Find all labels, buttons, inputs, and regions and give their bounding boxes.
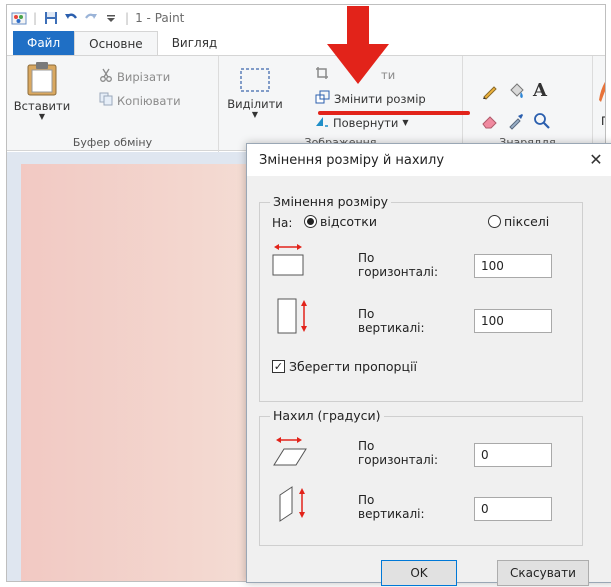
paste-button[interactable]: Вставити ▼	[11, 60, 73, 121]
skew-horizontal-label-line1: По	[358, 439, 375, 453]
tab-home[interactable]: Основне	[74, 31, 158, 55]
resize-label: Змінити розмір	[334, 91, 426, 106]
resize-skew-dialog: Змінення розміру й нахилу ✕ Змінення роз…	[246, 143, 611, 586]
annotation-underline	[318, 111, 470, 115]
copy-label: Копіювати	[117, 93, 181, 108]
copy-icon	[99, 92, 113, 109]
resize-icon	[315, 90, 330, 107]
skew-section: Нахил (градуси) По горизонталі: По верти…	[259, 408, 583, 546]
skew-vertical-label-line2: вертикалі:	[358, 507, 425, 521]
cut-button[interactable]: Вирізати	[99, 68, 170, 85]
paste-label: Вставити	[13, 99, 71, 113]
rotate-button[interactable]: Повернути ▼	[315, 114, 409, 131]
undo-icon[interactable]	[63, 10, 79, 26]
ok-button[interactable]: OK	[381, 560, 457, 586]
save-icon[interactable]	[43, 10, 59, 26]
skew-horizontal-label: По горизонталі:	[358, 439, 438, 467]
customize-toolbar-icon[interactable]	[103, 10, 119, 26]
eraser-icon[interactable]	[481, 112, 499, 133]
vertical-resize-icon	[276, 297, 312, 340]
keep-ratio-label: Зберегти пропорції	[289, 359, 417, 374]
resize-vertical-label-line2: вертикалі:	[358, 321, 425, 335]
resize-horizontal-label: По горизонталі:	[358, 251, 438, 279]
pencil-icon[interactable]	[481, 82, 499, 103]
skew-horizontal-input[interactable]	[474, 443, 552, 467]
quick-access-toolbar: | | 1 - Paint	[11, 10, 184, 26]
skew-vertical-label-line1: По	[358, 493, 375, 507]
skew-section-title: Нахил (градуси)	[270, 408, 384, 423]
resize-vertical-label-line1: По	[358, 307, 375, 321]
ribbon: Вставити ▼ Вирізати Копіювати Буфер обмі…	[7, 55, 605, 152]
brush-icon	[597, 72, 605, 105]
resize-section: Змінення розміру На: відсотки пікселі По…	[259, 194, 583, 402]
vertical-skew-icon	[276, 483, 312, 526]
select-label: Виділити	[227, 97, 283, 111]
tab-file[interactable]: Файл	[13, 31, 75, 55]
ribbon-tabs: Файл Основне Вигляд	[7, 31, 605, 55]
magnifier-icon[interactable]	[533, 112, 551, 133]
brushes-button[interactable]: Пе	[597, 72, 605, 142]
clipboard-icon	[11, 60, 73, 99]
selection-rectangle-icon	[225, 66, 285, 97]
clipboard-group-label: Буфер обміну	[72, 136, 153, 149]
dialog-title: Змінення розміру й нахилу	[259, 152, 445, 168]
resize-by-label: На:	[272, 216, 293, 230]
rotate-icon	[315, 114, 329, 131]
pixels-radio[interactable]: пікселі	[488, 214, 549, 229]
chevron-down-icon: ▼	[402, 118, 409, 127]
pixels-label: пікселі	[504, 214, 550, 229]
color-picker-icon[interactable]	[507, 112, 525, 133]
horizontal-skew-icon	[272, 435, 308, 472]
clipboard-group: Вставити ▼ Вирізати Копіювати Буфер обмі…	[7, 56, 219, 152]
chevron-down-icon: ▼	[251, 110, 259, 119]
tools-group: A Знаряддя	[463, 56, 593, 152]
resize-button[interactable]: Змінити розмір	[315, 90, 426, 107]
horizontal-resize-icon	[270, 241, 306, 280]
percent-label: відсотки	[320, 214, 377, 229]
skew-vertical-label: По вертикалі:	[358, 493, 425, 521]
toolbar-separator: |	[125, 11, 130, 25]
checkmark-icon: ✓	[272, 360, 285, 373]
copy-button[interactable]: Копіювати	[99, 92, 181, 109]
resize-vertical-input[interactable]	[474, 309, 552, 333]
text-icon[interactable]: A	[533, 80, 547, 101]
skew-vertical-input[interactable]	[474, 497, 552, 521]
scissors-icon	[99, 68, 113, 85]
radio-indicator	[304, 215, 317, 228]
close-icon[interactable]: ✕	[583, 148, 609, 172]
brushes-label: Пе	[601, 114, 605, 128]
window-title: 1 - Paint	[135, 11, 185, 25]
resize-section-title: Змінення розміру	[270, 194, 392, 209]
cancel-button[interactable]: Скасувати	[497, 560, 589, 586]
chevron-down-icon: ▼	[38, 112, 46, 121]
paint-app-icon	[11, 10, 27, 26]
resize-horizontal-input[interactable]	[474, 254, 552, 278]
resize-vertical-label: По вертикалі:	[358, 307, 425, 335]
toolbar-separator: |	[33, 11, 38, 25]
select-button[interactable]: Виділити ▼	[225, 66, 285, 119]
percent-radio[interactable]: відсотки	[304, 214, 377, 229]
skew-horizontal-label-line2: горизонталі:	[358, 453, 439, 467]
title-bar: | | 1 - Paint	[7, 5, 605, 31]
fill-bucket-icon[interactable]	[507, 82, 525, 103]
dialog-title-bar: Змінення розміру й нахилу ✕	[247, 144, 611, 176]
keep-ratio-checkbox[interactable]: ✓ Зберегти пропорції	[272, 359, 417, 374]
radio-indicator	[488, 215, 501, 228]
resize-horizontal-label-line1: По	[358, 251, 375, 265]
resize-horizontal-label-line2: горизонталі:	[358, 265, 439, 279]
rotate-label: Повернути	[333, 115, 399, 130]
tab-view[interactable]: Вигляд	[158, 31, 232, 55]
cut-label: Вирізати	[117, 69, 171, 84]
redo-icon[interactable]	[83, 10, 99, 26]
annotation-arrow	[323, 6, 393, 86]
